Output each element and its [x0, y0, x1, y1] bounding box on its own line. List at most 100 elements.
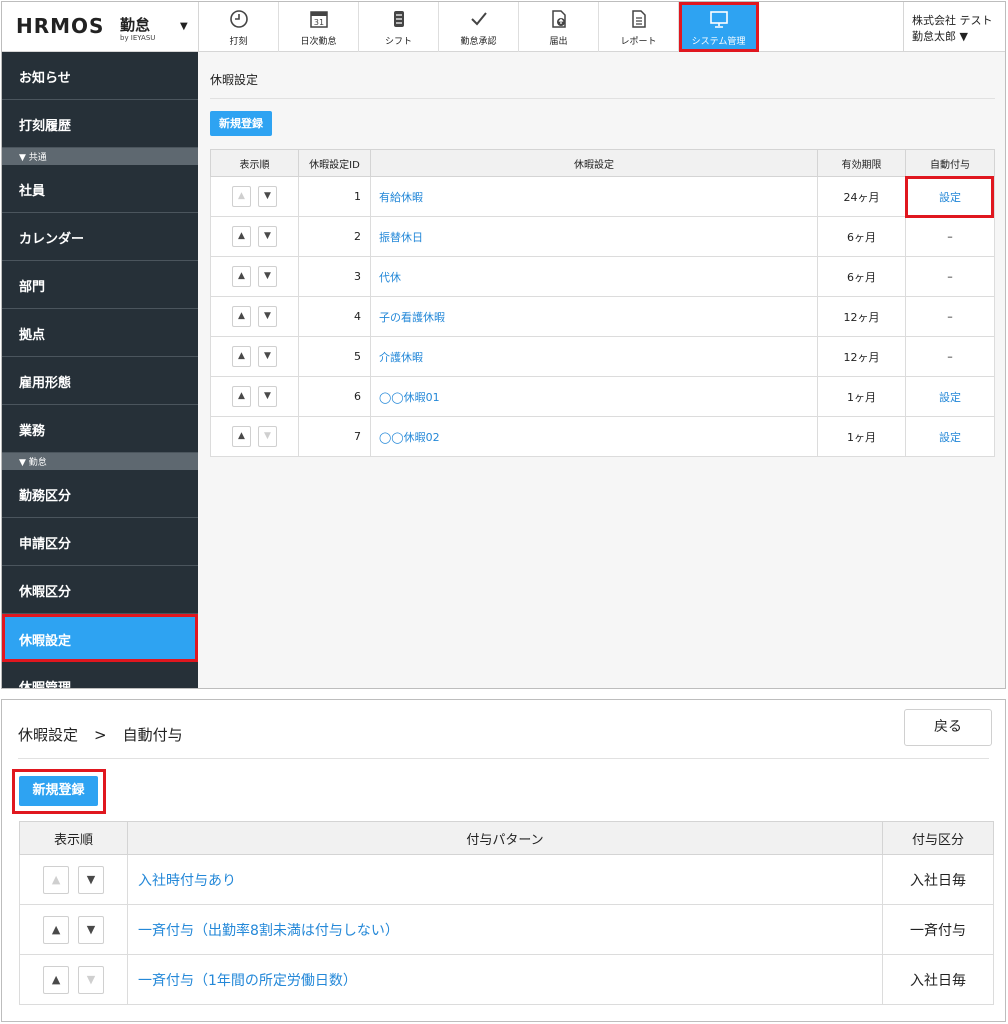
order-cell: ▲ ▼ — [210, 416, 299, 457]
column-header-grant-type: 付与区分 — [882, 821, 994, 855]
brand-byline: by IEYASU — [120, 34, 156, 42]
caret-down-icon[interactable]: ▼ — [180, 21, 188, 32]
report-icon — [599, 9, 678, 31]
sidebar-item-leave-types[interactable]: 休暇区分 — [2, 566, 198, 614]
order-cell: ▲ ▼ — [19, 854, 128, 905]
grant-pattern-link[interactable]: 一斉付与（1年間の所定労働日数） — [138, 973, 357, 989]
nav-tab-system-admin[interactable]: システム管理 — [679, 2, 759, 52]
move-down-button[interactable]: ▼ — [258, 226, 277, 247]
name-cell: 介護休暇 — [370, 336, 818, 377]
sidebar-item-work-types[interactable]: 勤務区分 — [2, 470, 198, 518]
expiry-cell: 12ヶ月 — [817, 296, 906, 337]
nav-tab-punch[interactable]: 打刻 — [199, 2, 279, 52]
sidebar-item-calendar[interactable]: カレンダー — [2, 213, 198, 261]
move-up-button[interactable]: ▲ — [232, 186, 251, 207]
move-down-button[interactable]: ▼ — [77, 865, 104, 894]
divider — [210, 98, 995, 99]
sidebar-item-punch-history[interactable]: 打刻履歴 — [2, 100, 198, 148]
leave-setting-link[interactable]: 代休 — [379, 271, 401, 284]
column-header-order: 表示順 — [210, 149, 299, 177]
move-up-button[interactable]: ▲ — [232, 306, 251, 327]
move-up-button[interactable]: ▲ — [43, 915, 70, 944]
auto-grant-setting-link[interactable]: 設定 — [939, 431, 961, 444]
move-down-button[interactable]: ▼ — [258, 386, 277, 407]
move-down-button[interactable]: ▼ — [77, 915, 104, 944]
expiry-cell: 12ヶ月 — [817, 336, 906, 377]
leave-setting-link[interactable]: ◯◯休暇02 — [379, 431, 440, 444]
move-up-button[interactable]: ▲ — [232, 226, 251, 247]
move-up-button[interactable]: ▲ — [43, 865, 70, 894]
name-cell: ◯◯休暇01 — [370, 376, 818, 417]
sidebar-item-tasks[interactable]: 業務 — [2, 405, 198, 453]
monitor-icon — [679, 9, 758, 31]
sidebar-section-attendance[interactable]: ▼ 勤怠 — [2, 453, 198, 470]
id-cell: 5 — [298, 336, 371, 377]
order-cell: ▲ ▼ — [210, 256, 299, 297]
nav-tab-report[interactable]: レポート — [599, 2, 679, 52]
auto-grant-cell: – — [905, 256, 995, 297]
id-cell: 3 — [298, 256, 371, 297]
sidebar-item-request-types[interactable]: 申請区分 — [2, 518, 198, 566]
grant-type-cell: 入社日毎 — [882, 854, 994, 905]
leave-setting-link[interactable]: ◯◯休暇01 — [379, 391, 440, 404]
highlight-box — [905, 176, 994, 218]
move-down-button[interactable]: ▼ — [77, 965, 104, 994]
grant-pattern-link[interactable]: 入社時付与あり — [138, 873, 236, 889]
move-down-button[interactable]: ▼ — [258, 426, 277, 447]
auto-grant-none: – — [947, 310, 953, 323]
table-row: ▲ ▼ 5 介護休暇 12ヶ月 – — [210, 336, 995, 377]
nav-tab-approval[interactable]: 勤怠承認 — [439, 2, 519, 52]
sidebar-item-leave-settings[interactable]: 休暇設定 — [2, 614, 198, 662]
move-down-button[interactable]: ▼ — [258, 306, 277, 327]
sidebar-item-employees[interactable]: 社員 — [2, 165, 198, 213]
nav-tab-label: シフト — [384, 37, 412, 47]
sidebar-section-common[interactable]: ▼ 共通 — [2, 148, 198, 165]
user-menu[interactable]: 株式会社 テスト 勤怠太郎 ▼ — [903, 2, 1005, 52]
nav-tab-label: システム管理 — [691, 37, 746, 47]
leave-setting-link[interactable]: 介護休暇 — [379, 351, 423, 364]
sidebar-item-employment-types[interactable]: 雇用形態 — [2, 357, 198, 405]
breadcrumb-parent[interactable]: 休暇設定 — [18, 726, 78, 744]
back-button[interactable]: 戻る — [904, 709, 992, 746]
table-row: ▲ ▼ 3 代休 6ヶ月 – — [210, 256, 995, 297]
nav-tab-daily[interactable]: 31 日次勤怠 — [279, 2, 359, 52]
move-down-button[interactable]: ▼ — [258, 346, 277, 367]
nav-tab-label: レポート — [620, 37, 657, 47]
nav-tab-shift[interactable]: シフト — [359, 2, 439, 52]
id-cell: 6 — [298, 376, 371, 417]
nav-tab-requests[interactable]: 届出 — [519, 2, 599, 52]
sidebar-item-leave-management[interactable]: 休暇管理 — [2, 662, 198, 688]
grant-pattern-link[interactable]: 一斉付与（出勤率8割未満は付与しない） — [138, 923, 399, 939]
clock-icon — [199, 9, 278, 31]
table-row: ▲ ▼ 1 有給休暇 24ヶ月 設定 — [210, 176, 995, 217]
column-header-auto-grant: 自動付与 — [905, 149, 995, 177]
auto-grant-none: – — [947, 350, 953, 363]
order-cell: ▲ ▼ — [210, 176, 299, 217]
move-up-button[interactable]: ▲ — [232, 346, 251, 367]
move-up-button[interactable]: ▲ — [43, 965, 70, 994]
column-header-name: 休暇設定 — [370, 149, 818, 177]
app-logo-menu[interactable]: HRMOS 勤怠 by IEYASU ▼ — [2, 2, 199, 52]
breadcrumb-separator: > — [94, 726, 107, 744]
leave-setting-link[interactable]: 有給休暇 — [379, 191, 423, 204]
move-up-button[interactable]: ▲ — [232, 426, 251, 447]
move-down-button[interactable]: ▼ — [258, 266, 277, 287]
highlight-box — [12, 769, 106, 814]
nav-tab-label: 届出 — [549, 37, 568, 47]
sidebar-item-locations[interactable]: 拠点 — [2, 309, 198, 357]
pattern-cell: 一斉付与（1年間の所定労働日数） — [127, 954, 883, 1005]
expiry-cell: 6ヶ月 — [817, 256, 906, 297]
move-up-button[interactable]: ▲ — [232, 386, 251, 407]
new-registration-button[interactable]: 新規登録 — [210, 111, 272, 136]
leave-setting-link[interactable]: 振替休日 — [379, 231, 423, 244]
auto-grant-cell: – — [905, 296, 995, 337]
move-down-button[interactable]: ▼ — [258, 186, 277, 207]
table-row: ▲ ▼ 2 振替休日 6ヶ月 – — [210, 216, 995, 257]
calendar-day: 31 — [313, 18, 323, 27]
sidebar-item-departments[interactable]: 部門 — [2, 261, 198, 309]
leave-setting-link[interactable]: 子の看護休暇 — [379, 311, 445, 324]
sidebar-item-news[interactable]: お知らせ — [2, 52, 198, 100]
auto-grant-setting-link[interactable]: 設定 — [939, 391, 961, 404]
move-up-button[interactable]: ▲ — [232, 266, 251, 287]
expiry-cell: 6ヶ月 — [817, 216, 906, 257]
